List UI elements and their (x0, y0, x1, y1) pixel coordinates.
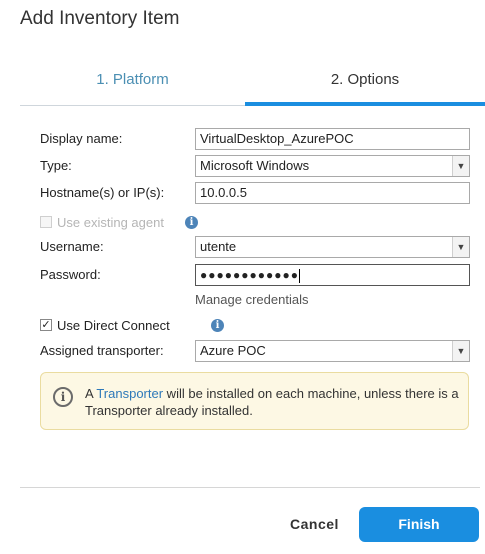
use-existing-agent-label: Use existing agent (57, 215, 164, 230)
hostname-row: Hostname(s) or IP(s): 10.0.0.5 (40, 182, 470, 204)
type-select-value: Microsoft Windows (200, 158, 310, 173)
manage-credentials-link[interactable]: Manage credentials (195, 292, 308, 307)
password-row: Password: ●●●●●●●●●●●● (40, 264, 470, 286)
use-existing-agent-row: Use existing agent i (40, 213, 470, 235)
tab-options[interactable]: 2. Options (245, 60, 485, 106)
chevron-down-icon[interactable]: ▼ (452, 237, 469, 257)
assigned-transporter-row: Assigned transporter: Azure POC ▼ (40, 340, 470, 362)
finish-button[interactable]: Finish (359, 507, 479, 542)
type-label: Type: (40, 158, 72, 173)
display-name-row: Display name: VirtualDesktop_AzurePOC (40, 128, 470, 150)
chevron-down-icon[interactable]: ▼ (452, 341, 469, 361)
transporter-info-alert: i A Transporter will be installed on eac… (40, 372, 469, 430)
use-direct-connect-checkbox[interactable]: ✓ (40, 319, 52, 331)
use-direct-connect-row: ✓ Use Direct Connect i (40, 316, 470, 338)
footer-divider (20, 487, 480, 488)
wizard-tabs: 1. Platform 2. Options (20, 60, 485, 108)
username-label: Username: (40, 239, 104, 254)
hostname-input[interactable]: 10.0.0.5 (195, 182, 470, 204)
password-masked-value: ●●●●●●●●●●●● (200, 268, 299, 282)
text-caret (298, 268, 300, 283)
alert-prefix: A (85, 386, 97, 401)
assigned-transporter-label: Assigned transporter: (40, 343, 164, 358)
username-select[interactable]: utente ▼ (195, 236, 470, 258)
use-existing-agent-checkbox[interactable] (40, 216, 52, 228)
chevron-down-icon[interactable]: ▼ (452, 156, 469, 176)
assigned-transporter-value: Azure POC (200, 343, 266, 358)
username-row: Username: utente ▼ (40, 236, 470, 258)
transporter-link[interactable]: Transporter (96, 386, 163, 401)
dialog-title: Add Inventory Item (20, 8, 180, 29)
password-label: Password: (40, 267, 101, 282)
alert-message: A Transporter will be installed on each … (85, 385, 460, 419)
assigned-transporter-select[interactable]: Azure POC ▼ (195, 340, 470, 362)
type-select[interactable]: Microsoft Windows ▼ (195, 155, 470, 177)
info-icon[interactable]: i (185, 216, 198, 229)
type-row: Type: Microsoft Windows ▼ (40, 155, 470, 177)
info-circle-icon: i (53, 387, 73, 407)
use-direct-connect-label: Use Direct Connect (57, 318, 170, 333)
cancel-button[interactable]: Cancel (290, 516, 339, 532)
username-select-value: utente (200, 239, 237, 254)
password-input[interactable]: ●●●●●●●●●●●● (195, 264, 470, 286)
hostname-label: Hostname(s) or IP(s): (40, 185, 165, 200)
display-name-label: Display name: (40, 131, 123, 146)
display-name-input[interactable]: VirtualDesktop_AzurePOC (195, 128, 470, 150)
info-icon[interactable]: i (211, 319, 224, 332)
tab-platform[interactable]: 1. Platform (20, 60, 245, 106)
